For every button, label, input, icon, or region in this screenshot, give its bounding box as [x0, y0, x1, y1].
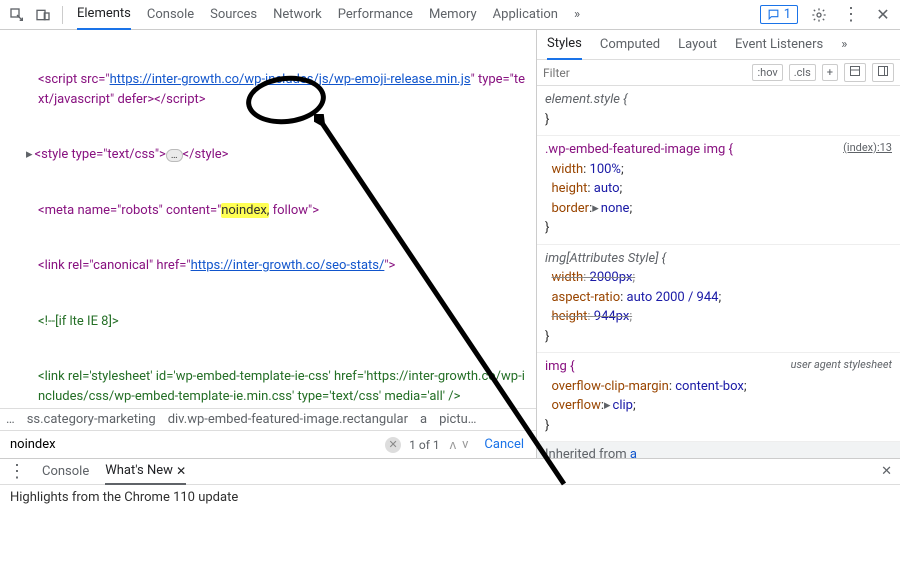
- gear-icon[interactable]: [808, 4, 830, 26]
- next-match-icon[interactable]: v: [460, 437, 470, 453]
- tab-network[interactable]: Network: [273, 0, 322, 30]
- rule-elementstyle[interactable]: element.style { }: [537, 86, 900, 136]
- close-drawer-icon[interactable]: ✕: [881, 464, 892, 479]
- user-agent-label: user agent stylesheet: [791, 357, 892, 374]
- devtools-toolbar: Elements Console Sources Network Perform…: [0, 0, 900, 30]
- breadcrumb-item[interactable]: ss.category-marketing: [27, 410, 156, 430]
- subtab-layout[interactable]: Layout: [678, 30, 717, 60]
- sidebar-toggle-icon[interactable]: [872, 63, 894, 82]
- subtab-overflow-icon[interactable]: »: [841, 30, 847, 60]
- hov-button[interactable]: :hov: [752, 64, 782, 81]
- computed-toggle-icon[interactable]: [844, 63, 866, 82]
- drawer-tab-console[interactable]: Console: [42, 459, 89, 485]
- tab-console[interactable]: Console: [147, 0, 194, 30]
- elements-panel: <script src="https://inter-growth.co/wp-…: [0, 30, 536, 458]
- dom-line[interactable]: <meta name="robots" content="noindex, fo…: [8, 201, 528, 221]
- breadcrumb-item[interactable]: pictu…: [439, 410, 476, 430]
- device-toggle-icon[interactable]: [32, 4, 54, 26]
- filter-bar: :hov .cls +: [537, 60, 900, 86]
- subtab-styles[interactable]: Styles: [547, 30, 582, 60]
- divider: [62, 6, 63, 24]
- drawer-tabs: ⋮ Console What's New ✕ ✕: [0, 459, 900, 485]
- kebab-icon[interactable]: ⋮: [840, 4, 862, 26]
- breadcrumb-ellipsis[interactable]: …: [6, 410, 15, 430]
- breadcrumb-item[interactable]: a: [420, 410, 427, 430]
- tab-application[interactable]: Application: [493, 0, 558, 30]
- split-panels: <script src="https://inter-growth.co/wp-…: [0, 30, 900, 458]
- dom-tree[interactable]: <script src="https://inter-growth.co/wp-…: [0, 30, 536, 408]
- tab-elements[interactable]: Elements: [77, 0, 131, 30]
- find-bar: ✕ 1 of 1 ʌ v Cancel: [0, 430, 536, 458]
- dom-line[interactable]: <!--[if lte IE 8]>: [8, 312, 528, 332]
- clear-search-icon[interactable]: ✕: [385, 437, 401, 453]
- kebab-icon[interactable]: ⋮: [8, 461, 26, 482]
- tabs-overflow-icon[interactable]: »: [574, 0, 580, 30]
- main-tabs: Elements Console Sources Network Perform…: [71, 0, 756, 30]
- search-count: 1 of 1: [409, 438, 439, 452]
- rule[interactable]: user agent stylesheet img { overflow-cli…: [537, 353, 900, 442]
- close-tab-icon[interactable]: ✕: [176, 464, 186, 478]
- subtab-eventlisteners[interactable]: Event Listeners: [735, 30, 823, 60]
- rule[interactable]: (index):13 .wp-embed-featured-image img …: [537, 136, 900, 245]
- drawer-content: Highlights from the Chrome 110 update: [0, 485, 900, 510]
- styles-panel: Styles Computed Layout Event Listeners »…: [536, 30, 900, 458]
- cls-button[interactable]: .cls: [789, 64, 816, 81]
- search-highlight: noindex,: [221, 203, 269, 218]
- rule-source-link[interactable]: (index):13: [843, 140, 892, 157]
- dom-line[interactable]: ▸<style type="text/css">…</style>: [8, 145, 528, 165]
- breadcrumb-item[interactable]: div.wp-embed-featured-image.rectangular: [168, 410, 408, 430]
- dom-line[interactable]: <link rel="canonical" href="https://inte…: [8, 256, 528, 276]
- drawer: ⋮ Console What's New ✕ ✕ Highlights from…: [0, 458, 900, 510]
- breadcrumb[interactable]: … ss.category-marketing div.wp-embed-fea…: [0, 408, 536, 430]
- prev-match-icon[interactable]: ʌ: [448, 437, 459, 453]
- toolbar-right: 1 ⋮ ✕: [760, 4, 894, 26]
- dom-line[interactable]: <link rel='stylesheet' id='wp-embed-temp…: [8, 367, 528, 406]
- styles-list[interactable]: element.style { } (index):13 .wp-embed-f…: [537, 86, 900, 458]
- close-icon[interactable]: ✕: [872, 4, 894, 26]
- search-input[interactable]: [6, 435, 377, 454]
- drawer-tab-whatsnew[interactable]: What's New ✕: [105, 459, 186, 485]
- tab-performance[interactable]: Performance: [338, 0, 413, 30]
- tab-sources[interactable]: Sources: [210, 0, 257, 30]
- messages-badge[interactable]: 1: [760, 5, 798, 24]
- subtab-computed[interactable]: Computed: [600, 30, 660, 60]
- rule[interactable]: img[Attributes Style] { width: 2000px; a…: [537, 245, 900, 354]
- search-nav: ʌ v: [448, 437, 471, 453]
- inherited-from-bar: Inherited from a: [537, 442, 900, 458]
- styles-tabs: Styles Computed Layout Event Listeners »: [537, 30, 900, 60]
- inspect-icon[interactable]: [6, 4, 28, 26]
- messages-count: 1: [784, 7, 791, 22]
- dom-line[interactable]: <script src="https://inter-growth.co/wp-…: [8, 70, 528, 109]
- cancel-button[interactable]: Cancel: [478, 437, 530, 452]
- tab-memory[interactable]: Memory: [429, 0, 477, 30]
- new-rule-icon[interactable]: +: [822, 64, 838, 81]
- styles-filter-input[interactable]: [543, 66, 746, 80]
